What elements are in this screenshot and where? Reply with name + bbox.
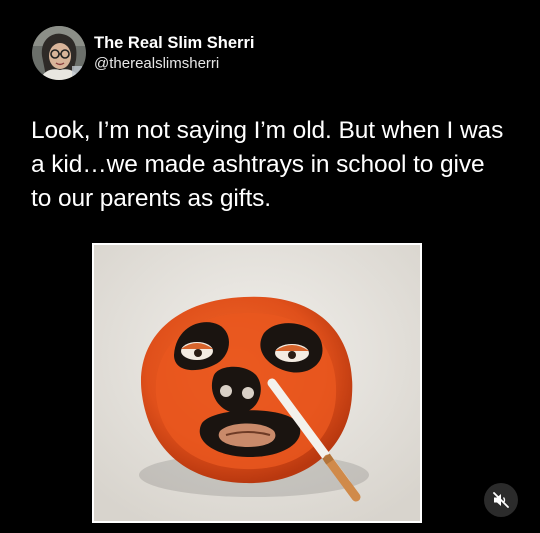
- ashtray-illustration: [94, 245, 420, 521]
- post-text: Look, I’m not saying I’m old. But when I…: [31, 117, 504, 212]
- mute-toggle-button[interactable]: [484, 483, 518, 517]
- social-post: The Real Slim Sherri @therealslimsherri …: [0, 0, 540, 533]
- avatar-image: [32, 26, 86, 80]
- author-names: The Real Slim Sherri @therealslimsherri: [94, 32, 254, 74]
- post-header: The Real Slim Sherri @therealslimsherri: [32, 26, 254, 80]
- author-avatar[interactable]: [32, 26, 86, 80]
- author-display-name[interactable]: The Real Slim Sherri: [94, 32, 254, 54]
- post-photo[interactable]: [92, 243, 422, 523]
- speaker-muted-icon: [493, 492, 509, 508]
- photo-content: [94, 245, 420, 521]
- author-handle[interactable]: @therealslimsherri: [94, 54, 254, 74]
